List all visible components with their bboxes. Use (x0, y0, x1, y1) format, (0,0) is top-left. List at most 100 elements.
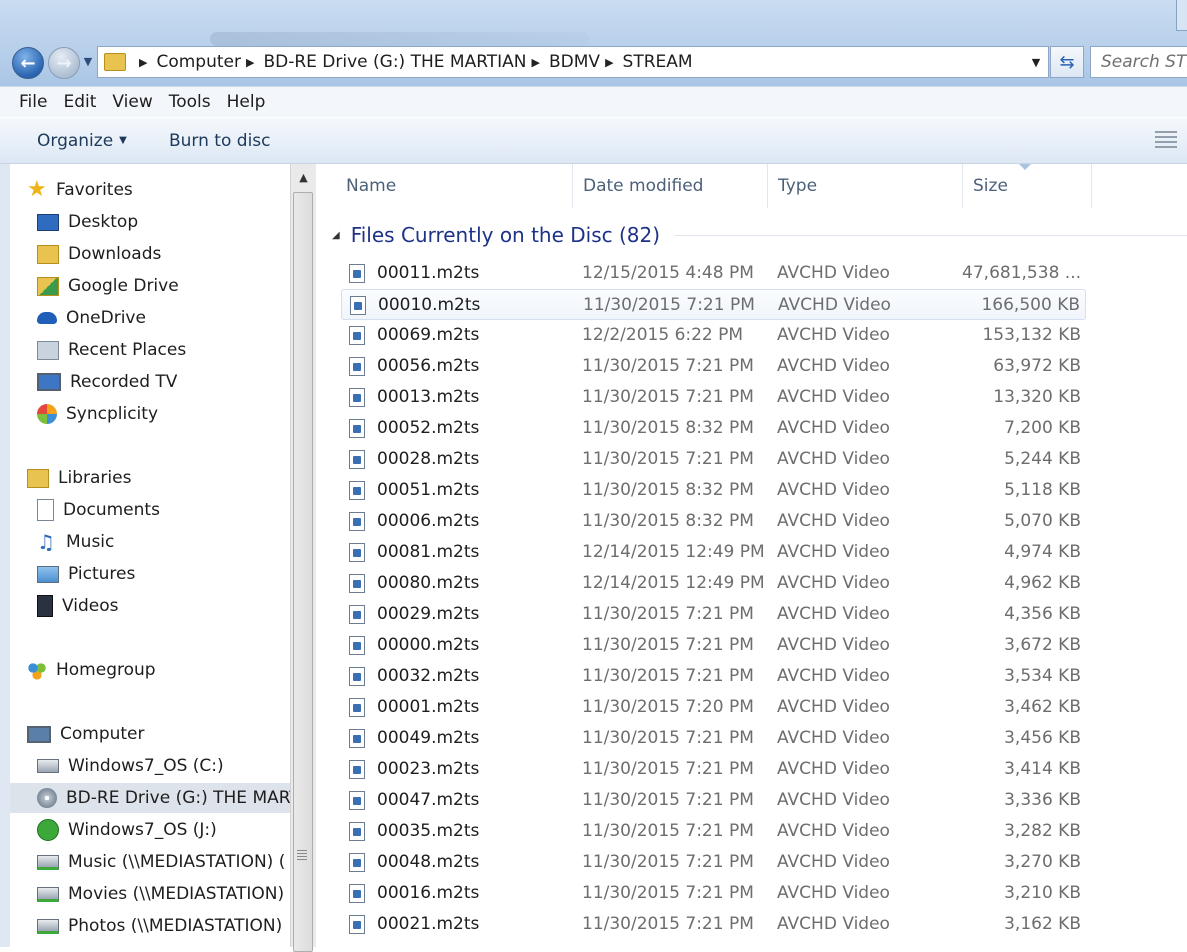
address-bar[interactable]: ▶ Computer ▶ BD-RE Drive (G:) THE MARTIA… (97, 46, 1049, 78)
file-type: AVCHD Video (777, 914, 890, 934)
file-row[interactable]: 00056.m2ts 11/30/2015 7:21 PM AVCHD Video 6… (341, 351, 1086, 382)
group-header[interactable]: ◢ Files Currently on the Disc (82) (332, 220, 1187, 250)
breadcrumb-computer[interactable]: ▶ Computer (134, 47, 241, 77)
breadcrumb-stream[interactable]: ▶ STREAM (600, 47, 693, 77)
file-size: 13,320 KB (993, 387, 1081, 407)
video-file-icon (349, 884, 365, 903)
file-type: AVCHD Video (777, 356, 890, 376)
nav-google-drive[interactable]: Google Drive (37, 271, 290, 301)
video-file-icon (349, 481, 365, 500)
file-row[interactable]: 00029.m2ts 11/30/2015 7:21 PM AVCHD Video 4… (341, 599, 1086, 630)
nav-photos-network[interactable]: Photos (\\MEDIASTATION) (37, 911, 290, 941)
nav-documents[interactable]: Documents (37, 495, 290, 525)
menu-file[interactable]: File (19, 92, 47, 112)
file-row[interactable]: 00069.m2ts 12/2/2015 6:22 PM AVCHD Video 15… (341, 320, 1086, 351)
refresh-button[interactable]: ⇆ (1050, 46, 1084, 78)
breadcrumb-bdmv[interactable]: ▶ BDMV (527, 47, 601, 77)
hard-drive-icon (37, 759, 59, 773)
nav-label: Computer (60, 724, 145, 744)
file-row[interactable]: 00052.m2ts 11/30/2015 8:32 PM AVCHD Video 7… (341, 413, 1086, 444)
view-options-icon[interactable] (1155, 131, 1177, 149)
file-row[interactable]: 00006.m2ts 11/30/2015 8:32 PM AVCHD Video 5… (341, 506, 1086, 537)
breadcrumb-label[interactable]: BD-RE Drive (G:) THE MARTIAN (263, 52, 526, 72)
menu-tools[interactable]: Tools (169, 92, 211, 112)
nav-movies-network[interactable]: Movies (\\MEDIASTATION) (37, 879, 290, 909)
nav-downloads[interactable]: Downloads (37, 239, 290, 269)
burn-to-disc-button[interactable]: Burn to disc (169, 131, 271, 151)
scroll-thumb[interactable] (293, 192, 313, 952)
nav-desktop[interactable]: Desktop (37, 207, 290, 237)
file-size: 4,962 KB (1004, 573, 1081, 593)
menu-view[interactable]: View (112, 92, 152, 112)
nav-syncplicity[interactable]: Syncplicity (37, 399, 290, 429)
column-header-date[interactable]: Date modified (573, 164, 768, 208)
chevron-right-icon[interactable]: ▶ (532, 56, 540, 69)
video-file-icon (349, 574, 365, 593)
nav-scrollbar[interactable]: ▲ (290, 164, 316, 952)
nav-music-network[interactable]: Music (\\MEDIASTATION) ( (37, 847, 290, 877)
file-date: 11/30/2015 7:21 PM (582, 883, 754, 903)
nav-drive-j[interactable]: Windows7_OS (J:) (37, 815, 290, 845)
file-row[interactable]: 00011.m2ts 12/15/2015 4:48 PM AVCHD Video 4… (341, 258, 1086, 289)
column-header-size[interactable]: Size (963, 164, 1092, 208)
scroll-up-arrow-icon[interactable]: ▲ (291, 164, 316, 190)
nav-computer[interactable]: Computer (27, 719, 290, 749)
recorded-tv-icon (37, 373, 61, 391)
nav-videos[interactable]: Videos (37, 591, 290, 621)
nav-label: Google Drive (68, 276, 179, 296)
nav-favorites[interactable]: ★ Favorites (27, 175, 290, 205)
organize-button[interactable]: Organize ▼ (37, 131, 127, 151)
nav-recorded-tv[interactable]: Recorded TV (37, 367, 290, 397)
file-row[interactable]: 00001.m2ts 11/30/2015 7:20 PM AVCHD Video 3… (341, 692, 1086, 723)
file-row[interactable]: 00032.m2ts 11/30/2015 7:21 PM AVCHD Video 3… (341, 661, 1086, 692)
nav-label: Music (\\MEDIASTATION) ( (68, 852, 286, 872)
nav-drive-g[interactable]: BD-RE Drive (G:) THE MARTIAN (10, 783, 290, 813)
nav-homegroup[interactable]: Homegroup (27, 655, 290, 685)
nav-recent-places[interactable]: Recent Places (37, 335, 290, 365)
back-button[interactable]: ← (12, 47, 44, 79)
file-row[interactable]: 00021.m2ts 11/30/2015 7:21 PM AVCHD Video 3… (341, 909, 1086, 940)
nav-drive-c[interactable]: Windows7_OS (C:) (37, 751, 290, 781)
file-row[interactable]: 00048.m2ts 11/30/2015 7:21 PM AVCHD Video 3… (341, 847, 1086, 878)
file-row[interactable]: 00035.m2ts 11/30/2015 7:21 PM AVCHD Video 3… (341, 816, 1086, 847)
file-row[interactable]: 00010.m2ts 11/30/2015 7:21 PM AVCHD Video 1… (341, 289, 1086, 320)
recent-pages-dropdown[interactable]: ▼ (82, 56, 94, 68)
chevron-right-icon[interactable]: ▶ (605, 56, 613, 69)
documents-icon (37, 499, 54, 521)
file-row[interactable]: 00047.m2ts 11/30/2015 7:21 PM AVCHD Video 3… (341, 785, 1086, 816)
video-file-icon (349, 512, 365, 531)
organize-label: Organize (37, 131, 114, 151)
address-history-dropdown[interactable]: ▼ (1028, 47, 1044, 77)
file-row[interactable]: 00023.m2ts 11/30/2015 7:21 PM AVCHD Video 3… (341, 754, 1086, 785)
file-row[interactable]: 00081.m2ts 12/14/2015 12:49 PM AVCHD Video… (341, 537, 1086, 568)
file-row[interactable]: 00051.m2ts 11/30/2015 8:32 PM AVCHD Video 5… (341, 475, 1086, 506)
breadcrumb-label[interactable]: Computer (156, 52, 241, 72)
nav-music[interactable]: ♫ Music (37, 527, 290, 557)
videos-film-icon (37, 595, 53, 617)
file-row[interactable]: 00080.m2ts 12/14/2015 12:49 PM AVCHD Video… (341, 568, 1086, 599)
downloads-folder-icon (37, 244, 59, 264)
file-row[interactable]: 00049.m2ts 11/30/2015 7:21 PM AVCHD Video 3… (341, 723, 1086, 754)
close-window-button[interactable] (1176, 0, 1187, 31)
file-row[interactable]: 00028.m2ts 11/30/2015 7:21 PM AVCHD Video 5… (341, 444, 1086, 475)
file-row[interactable]: 00013.m2ts 11/30/2015 7:21 PM AVCHD Video 1… (341, 382, 1086, 413)
forward-button[interactable]: → (48, 47, 80, 79)
chevron-right-icon[interactable]: ▶ (246, 56, 254, 69)
file-row[interactable]: 00000.m2ts 11/30/2015 7:21 PM AVCHD Video 3… (341, 630, 1086, 661)
collapse-triangle-icon[interactable]: ◢ (332, 230, 340, 241)
nav-libraries[interactable]: Libraries (27, 463, 290, 493)
chevron-right-icon[interactable]: ▶ (139, 56, 147, 69)
menu-edit[interactable]: Edit (63, 92, 96, 112)
column-header-type[interactable]: Type (768, 164, 963, 208)
breadcrumb-label[interactable]: STREAM (623, 52, 693, 72)
breadcrumb-label[interactable]: BDMV (549, 52, 600, 72)
nav-onedrive[interactable]: OneDrive (37, 303, 290, 333)
breadcrumb-drive[interactable]: ▶ BD-RE Drive (G:) THE MARTIAN (241, 47, 527, 77)
menu-help[interactable]: Help (227, 92, 266, 112)
video-file-icon (349, 450, 365, 469)
file-row[interactable]: 00016.m2ts 11/30/2015 7:21 PM AVCHD Video 3… (341, 878, 1086, 909)
column-header-name[interactable]: Name (336, 164, 573, 208)
search-input[interactable]: Search STR (1090, 46, 1187, 78)
nav-pictures[interactable]: Pictures (37, 559, 290, 589)
syncplicity-icon (37, 404, 57, 424)
